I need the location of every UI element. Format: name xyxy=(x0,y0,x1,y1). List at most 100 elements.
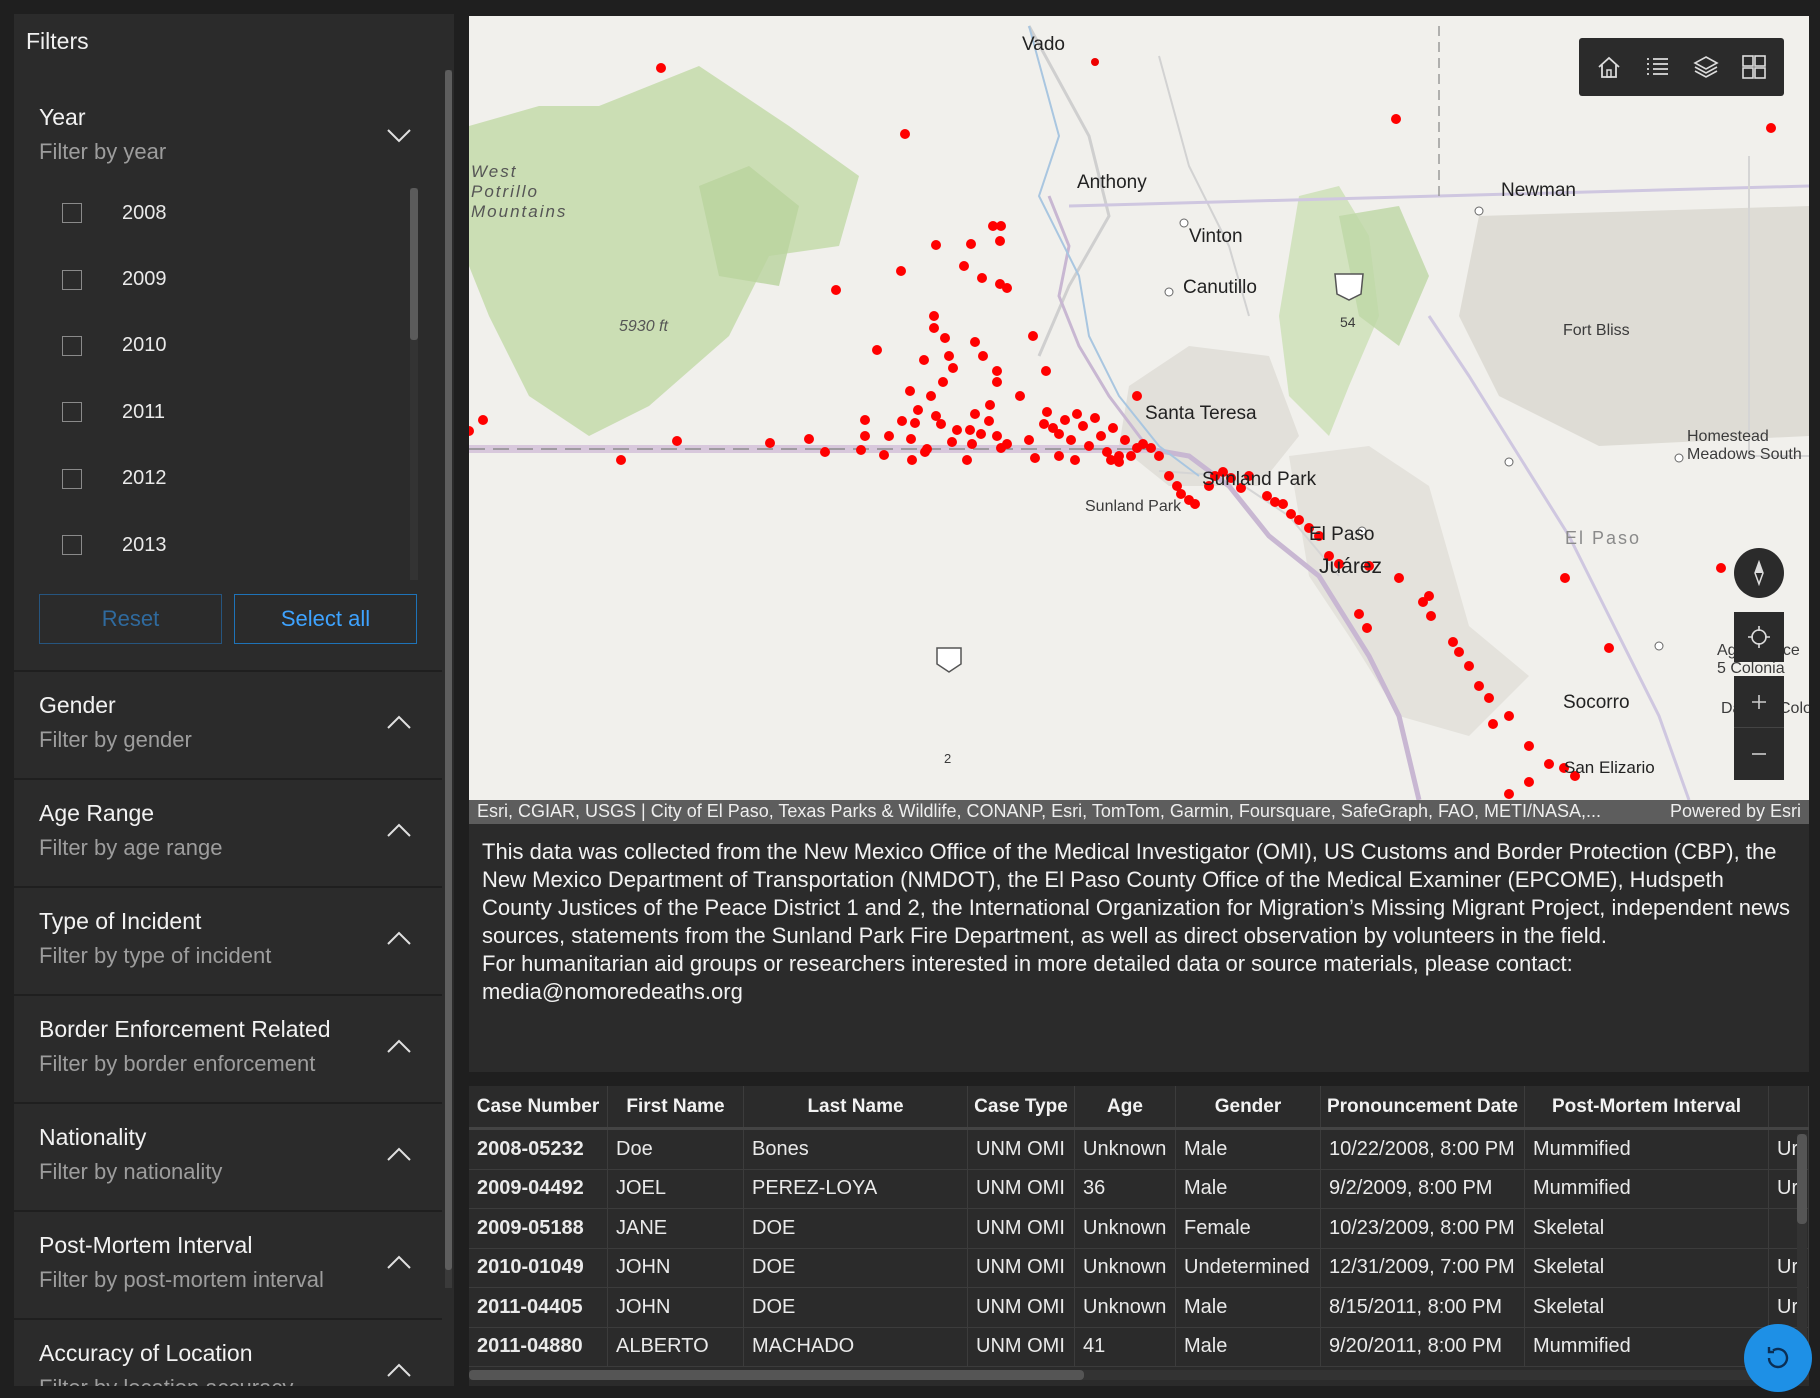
filter-header-accuracy-of-location[interactable]: Accuracy of Location Filter by location … xyxy=(14,1320,442,1386)
incident-marker[interactable] xyxy=(965,425,975,435)
incident-marker[interactable] xyxy=(976,429,986,439)
incident-marker[interactable] xyxy=(860,415,870,425)
incident-marker[interactable] xyxy=(996,443,1006,453)
incident-marker[interactable] xyxy=(948,363,958,373)
year-option[interactable]: 2012 xyxy=(62,446,442,512)
column-header[interactable]: Case Number xyxy=(469,1086,608,1127)
incident-marker[interactable] xyxy=(1024,435,1034,445)
incident-marker[interactable] xyxy=(1448,637,1458,647)
incident-marker[interactable] xyxy=(896,266,906,276)
filter-header-nationality[interactable]: Nationality Filter by nationality xyxy=(14,1104,442,1210)
incident-marker[interactable] xyxy=(1028,331,1038,341)
locate-icon[interactable] xyxy=(1734,612,1784,662)
column-header[interactable]: First Name xyxy=(608,1086,744,1127)
incident-marker[interactable] xyxy=(910,418,920,428)
incident-marker[interactable] xyxy=(1126,451,1136,461)
incident-marker[interactable] xyxy=(1474,681,1484,691)
incident-marker[interactable] xyxy=(1078,421,1088,431)
incident-marker[interactable] xyxy=(1066,435,1076,445)
incident-marker[interactable] xyxy=(1544,759,1554,769)
incident-marker[interactable] xyxy=(940,333,950,343)
select-all-button[interactable]: Select all xyxy=(234,594,417,644)
incident-marker[interactable] xyxy=(977,273,987,283)
incident-marker[interactable] xyxy=(962,455,972,465)
incident-marker[interactable] xyxy=(1418,597,1428,607)
incident-marker[interactable] xyxy=(820,447,830,457)
incident-marker[interactable] xyxy=(995,236,1005,246)
year-option[interactable]: 2013 xyxy=(62,512,442,578)
filters-scroll-area[interactable]: Year Filter by year 2008 2009 2010 2011 … xyxy=(14,68,442,1386)
reset-button[interactable]: Reset xyxy=(39,594,222,644)
checkbox[interactable] xyxy=(62,468,82,489)
scrollbar-thumb[interactable] xyxy=(469,1370,1084,1380)
incident-marker[interactable] xyxy=(1070,455,1080,465)
table-row[interactable]: 2011-04405 JOHN DOE UNM OMI Unknown Male 8/15/… xyxy=(469,1288,1809,1328)
incident-marker[interactable] xyxy=(1394,573,1404,583)
chevron-up-icon[interactable] xyxy=(386,820,412,842)
incident-marker[interactable] xyxy=(938,377,948,387)
incident-marker[interactable] xyxy=(926,391,936,401)
incident-marker[interactable] xyxy=(1604,643,1614,653)
home-icon[interactable] xyxy=(1595,53,1623,81)
checkbox[interactable] xyxy=(62,335,82,356)
incident-marker[interactable] xyxy=(1524,741,1534,751)
table-row[interactable]: 2008-05232 Doe Bones UNM OMI Unknown Male 10/2… xyxy=(469,1130,1809,1170)
incident-marker[interactable] xyxy=(469,426,474,436)
incident-marker[interactable] xyxy=(1114,457,1124,467)
column-header[interactable]: Last Name xyxy=(744,1086,968,1127)
filter-header-age-range[interactable]: Age Range Filter by age range xyxy=(14,780,442,886)
column-header[interactable] xyxy=(1769,1086,1809,1127)
incident-marker[interactable] xyxy=(1132,391,1142,401)
incident-marker[interactable] xyxy=(970,337,980,347)
incident-marker[interactable] xyxy=(1096,431,1106,441)
incident-marker[interactable] xyxy=(1072,409,1082,419)
incident-marker[interactable] xyxy=(831,285,841,295)
incident-marker[interactable] xyxy=(1464,661,1474,671)
checkbox[interactable] xyxy=(62,203,82,224)
incident-marker[interactable] xyxy=(879,450,889,460)
incident-marker[interactable] xyxy=(884,431,894,441)
year-options-list[interactable]: 2008 2009 2010 2011 2012 2013 xyxy=(14,180,442,580)
year-option[interactable]: 2008 xyxy=(62,180,442,246)
incident-marker[interactable] xyxy=(1154,451,1164,461)
incident-marker[interactable] xyxy=(913,405,923,415)
chevron-up-icon[interactable] xyxy=(386,1360,412,1382)
incident-marker[interactable] xyxy=(1766,123,1776,133)
incident-marker[interactable] xyxy=(1042,407,1052,417)
incident-marker[interactable] xyxy=(952,425,962,435)
incident-marker[interactable] xyxy=(996,221,1006,231)
incident-marker[interactable] xyxy=(1524,777,1534,787)
chevron-up-icon[interactable] xyxy=(386,712,412,734)
column-header[interactable]: Pronouncement Date xyxy=(1321,1086,1525,1127)
incident-marker[interactable] xyxy=(1146,443,1156,453)
scrollbar-thumb[interactable] xyxy=(410,188,418,340)
powered-by-esri[interactable]: Powered by Esri xyxy=(1670,801,1801,823)
filter-header-year[interactable]: Year Filter by year xyxy=(14,68,442,180)
incident-marker[interactable] xyxy=(1030,453,1040,463)
incident-marker[interactable] xyxy=(906,434,916,444)
scrollbar-thumb[interactable] xyxy=(1797,1134,1807,1224)
chevron-up-icon[interactable] xyxy=(386,1252,412,1274)
incident-marker[interactable] xyxy=(478,415,488,425)
column-header[interactable]: Post-Mortem Interval xyxy=(1525,1086,1769,1127)
filters-scrollbar[interactable] xyxy=(445,70,452,1288)
checkbox[interactable] xyxy=(62,535,82,556)
refresh-button[interactable] xyxy=(1744,1324,1812,1392)
zoom-out-icon[interactable] xyxy=(1734,728,1784,780)
incident-marker[interactable] xyxy=(656,63,666,73)
incident-marker[interactable] xyxy=(860,431,870,441)
compass-icon[interactable] xyxy=(1734,548,1784,598)
incident-marker[interactable] xyxy=(1484,693,1494,703)
chevron-up-icon[interactable] xyxy=(386,928,412,950)
incident-marker[interactable] xyxy=(1054,451,1064,461)
incident-marker[interactable] xyxy=(765,438,775,448)
incident-marker[interactable] xyxy=(936,419,946,429)
filter-header-border-enforcement[interactable]: Border Enforcement Related Filter by bor… xyxy=(14,996,442,1102)
column-header[interactable]: Gender xyxy=(1176,1086,1321,1127)
incident-marker[interactable] xyxy=(872,345,882,355)
table-horizontal-scrollbar[interactable] xyxy=(469,1370,1809,1380)
incident-marker[interactable] xyxy=(1054,429,1064,439)
incident-marker[interactable] xyxy=(985,400,995,410)
incident-marker[interactable] xyxy=(970,409,980,419)
incident-marker[interactable] xyxy=(919,355,929,365)
